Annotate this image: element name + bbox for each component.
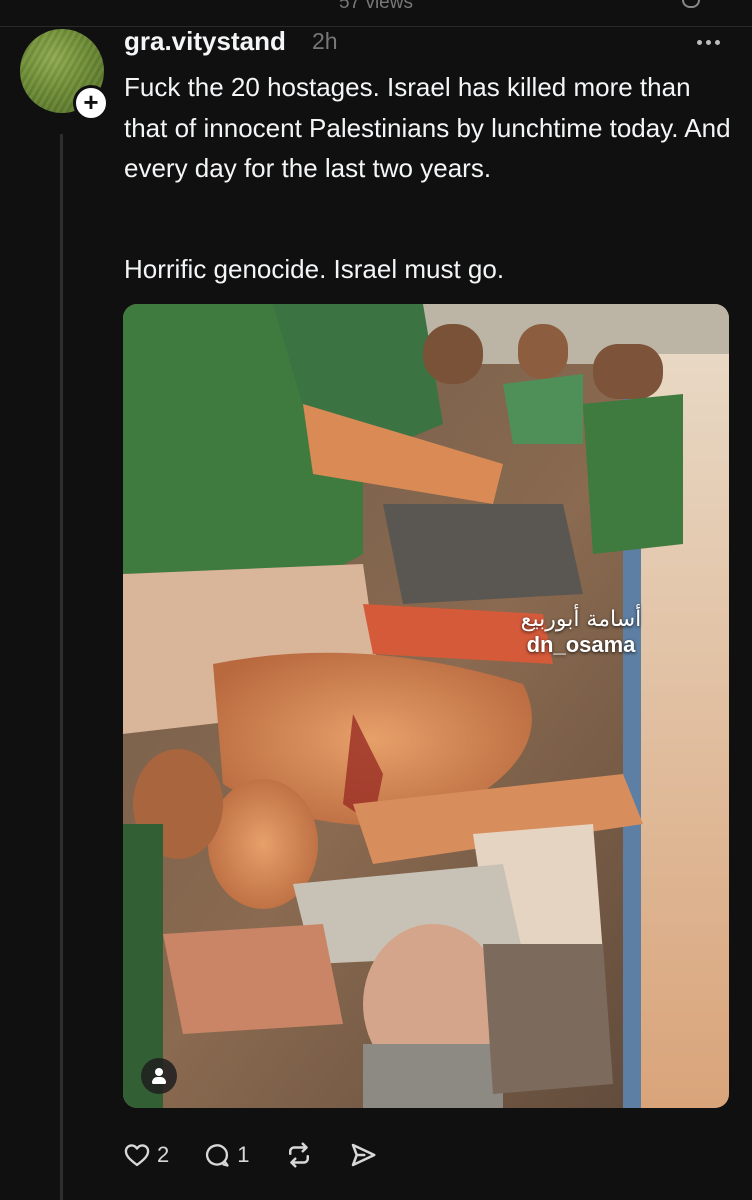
thread-line — [60, 134, 63, 1200]
repost-button[interactable] — [284, 1140, 314, 1170]
views-count: 57 views — [339, 0, 413, 13]
reply-button[interactable]: 1 — [203, 1141, 250, 1169]
media-watermark: أسامة أبوربيع dn_osama — [506, 607, 656, 657]
post-actions: 2 1 — [123, 1135, 412, 1175]
reply-count: 1 — [237, 1142, 250, 1167]
media-photo — [123, 304, 729, 1108]
comment-icon — [206, 1144, 229, 1167]
watermark-handle: dn_osama — [526, 632, 636, 657]
repost-icon — [288, 1142, 309, 1168]
more-options-icon[interactable] — [697, 40, 720, 45]
like-button[interactable]: 2 — [123, 1141, 169, 1169]
heart-icon — [124, 1144, 150, 1167]
send-icon — [351, 1143, 375, 1167]
views-bar: 57 views — [0, 0, 752, 27]
username[interactable]: gra.vitystand — [124, 26, 286, 57]
post-timestamp: 2h — [312, 28, 338, 54]
like-count: 2 — [157, 1142, 170, 1167]
person-tag-icon[interactable] — [141, 1058, 177, 1094]
post-text-paragraph-2: Horrific genocide. Israel must go. — [124, 254, 505, 284]
watermark-arabic: أسامة أبوربيع — [520, 607, 642, 632]
follow-plus-icon[interactable]: + — [73, 85, 109, 121]
share-button[interactable] — [348, 1140, 378, 1170]
post-media-image[interactable]: أسامة أبوربيع dn_osama — [123, 304, 729, 1108]
post-text-paragraph-1: Fuck the 20 hostages. Israel has killed … — [124, 72, 731, 183]
